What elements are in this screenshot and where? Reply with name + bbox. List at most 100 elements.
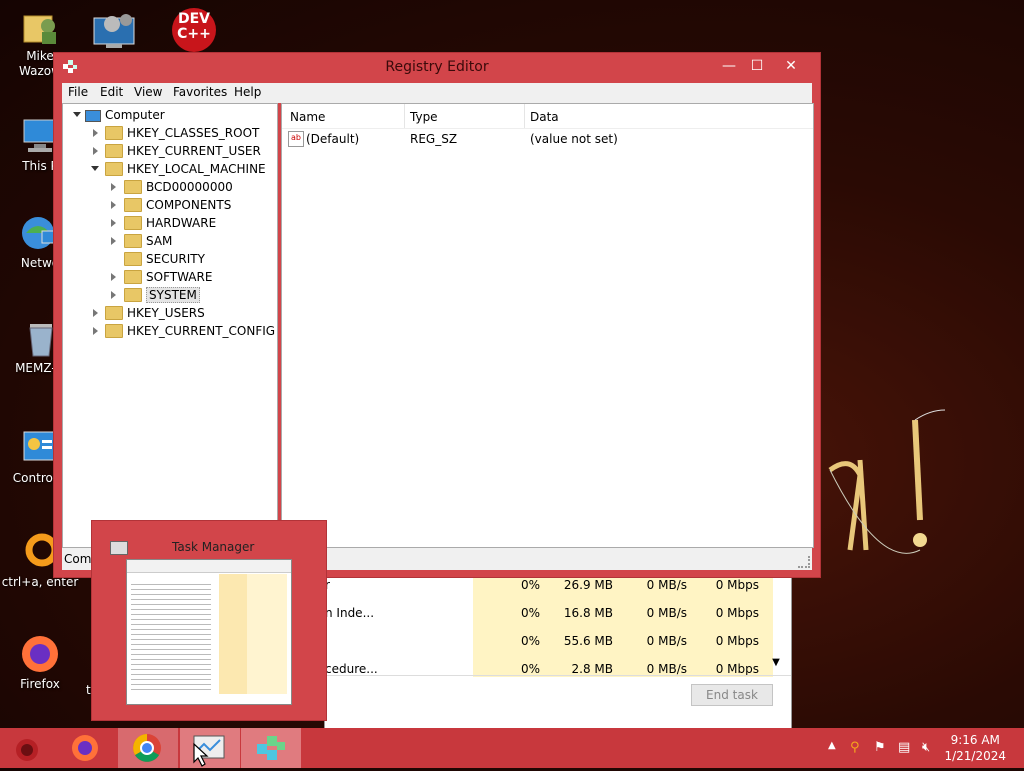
mouse-pointer-icon (192, 742, 212, 768)
process-network: 0 Mbps (715, 634, 759, 648)
expand-icon[interactable] (111, 219, 116, 227)
menu-favorites[interactable]: Favorites (173, 85, 227, 99)
close-button[interactable]: ✕ (776, 55, 806, 77)
process-memory: 2.8 MB (571, 662, 613, 676)
process-cpu: 0% (520, 662, 540, 676)
tree-node-computer[interactable]: Computer (85, 106, 165, 124)
registry-editor-window[interactable]: Registry Editor — ☐ ✕ File Edit View Fav… (53, 52, 821, 578)
settings-computer-icon[interactable] (92, 8, 140, 52)
folder-icon (105, 323, 123, 338)
tree-node-label: Computer (105, 108, 165, 122)
expand-icon[interactable] (111, 237, 116, 245)
expand-icon[interactable] (93, 309, 98, 317)
expand-icon[interactable] (111, 273, 116, 281)
window-title: Registry Editor (385, 59, 489, 75)
tree-node-hku[interactable]: HKEY_USERS (105, 304, 205, 322)
tree-node-hkcc[interactable]: HKEY_CURRENT_CONFIG (105, 322, 275, 340)
menu-view[interactable]: View (134, 85, 162, 99)
process-row[interactable]: 0% 55.6 MB 0 MB/s 0 Mbps (325, 625, 791, 653)
tree-node-label: HKEY_CURRENT_CONFIG (127, 324, 276, 338)
taskbar-chrome[interactable] (118, 728, 178, 768)
tree-node-security[interactable]: SECURITY (124, 250, 205, 268)
clock-date: 1/21/2024 (944, 749, 1006, 763)
devcpp-icon[interactable]: DEV C++ (170, 8, 218, 52)
show-hidden-icons-icon[interactable]: ▲ (828, 740, 836, 751)
collapse-icon[interactable] (73, 112, 81, 117)
desktop-icon-label: Firefox (20, 677, 60, 691)
process-network: 0 Mbps (715, 662, 759, 676)
folder-icon (105, 125, 123, 140)
folder-icon (105, 305, 123, 320)
tree-node-label: HKEY_USERS (127, 306, 205, 320)
process-disk: 0 MB/s (646, 606, 687, 620)
tree-node-hardware[interactable]: HARDWARE (124, 214, 216, 232)
menu-file[interactable]: File (68, 85, 88, 99)
maximize-button[interactable]: ☐ (742, 55, 772, 77)
collapse-icon[interactable] (91, 166, 99, 171)
resize-grip-icon[interactable] (798, 556, 810, 568)
expand-icon[interactable] (111, 183, 116, 191)
value-name: (Default) (306, 132, 360, 146)
task-manager-preview[interactable]: Task Manager (91, 520, 327, 721)
column-header-type[interactable]: Type (410, 110, 438, 124)
network-icon[interactable]: ▤ (898, 740, 910, 755)
folder-icon (124, 269, 142, 284)
taskbar: ▲ ⚲ ⚑ ▤ 🔇︎ 9:16 AM 1/21/2024 (0, 728, 1024, 768)
expand-icon[interactable] (111, 291, 116, 299)
tree-node-hkcr[interactable]: HKEY_CLASSES_ROOT (105, 124, 259, 142)
tree-node-software[interactable]: SOFTWARE (124, 268, 212, 286)
tree-node-label: HKEY_LOCAL_MACHINE (127, 162, 266, 176)
search-icon[interactable]: ⚲ (850, 740, 860, 755)
devcpp-label: DEV C++ (177, 11, 211, 42)
desktop-icon-firefox[interactable]: Firefox (0, 634, 80, 692)
column-header-name[interactable]: Name (290, 110, 325, 124)
tree-node-bcd[interactable]: BCD00000000 (124, 178, 233, 196)
process-memory: 55.6 MB (563, 634, 613, 648)
volume-muted-icon[interactable]: 🔇︎ (922, 740, 930, 755)
column-header-data[interactable]: Data (530, 110, 559, 124)
process-row[interactable]: cedure... 0% 2.8 MB 0 MB/s 0 Mbps (325, 653, 791, 681)
minimize-button[interactable]: — (714, 55, 744, 77)
folder-icon (124, 215, 142, 230)
tree-node-label: SYSTEM (146, 287, 200, 303)
tree-node-system[interactable]: SYSTEM (124, 286, 200, 304)
flag-icon[interactable]: ⚑ (874, 740, 886, 755)
values-list[interactable]: Name Type Data ab (Default) REG_SZ (valu… (281, 103, 814, 548)
tree-node-label: BCD00000000 (146, 180, 233, 194)
process-row[interactable]: n Inde... 0% 16.8 MB 0 MB/s 0 Mbps (325, 597, 791, 625)
value-type: REG_SZ (410, 132, 458, 146)
tree-node-hkcu[interactable]: HKEY_CURRENT_USER (105, 142, 261, 160)
folder-icon (124, 251, 142, 266)
task-manager-icon (110, 541, 128, 555)
value-data: (value not set) (530, 132, 618, 146)
tree-node-label: SAM (146, 234, 173, 248)
process-disk: 0 MB/s (646, 662, 687, 676)
list-row[interactable]: ab (Default) REG_SZ (value not set) (282, 130, 813, 148)
menu-edit[interactable]: Edit (100, 85, 123, 99)
start-button[interactable] (0, 728, 60, 768)
registry-tree[interactable]: Computer HKEY_CLASSES_ROOT HKEY_CURRENT_… (62, 103, 278, 548)
desktop-partial-label: t (86, 683, 91, 697)
menu-help[interactable]: Help (234, 85, 261, 99)
expand-icon[interactable] (93, 129, 98, 137)
folder-icon (105, 161, 123, 176)
tree-node-components[interactable]: COMPONENTS (124, 196, 231, 214)
taskbar-firefox[interactable] (58, 728, 118, 768)
process-network: 0 Mbps (715, 606, 759, 620)
end-task-button[interactable]: End task (691, 684, 773, 706)
process-cpu: 0% (520, 606, 540, 620)
tree-node-sam[interactable]: SAM (124, 232, 172, 250)
folder-icon (105, 143, 123, 158)
taskbar-registry-editor[interactable] (241, 728, 301, 768)
preview-title: Task Manager (172, 540, 255, 554)
expand-icon[interactable] (93, 147, 98, 155)
system-clock[interactable]: 9:16 AM 1/21/2024 (944, 732, 1006, 764)
tree-node-label: SOFTWARE (146, 270, 213, 284)
expand-icon[interactable] (93, 327, 98, 335)
expand-icon[interactable] (111, 201, 116, 209)
task-manager-window[interactable]: r 0% 26.9 MB 0 MB/s 0 Mbps n Inde... 0% … (324, 566, 792, 730)
scroll-down-icon[interactable]: ▼ (769, 657, 783, 671)
folder-icon (124, 233, 142, 248)
decorative-lights (820, 400, 960, 570)
tree-node-hklm[interactable]: HKEY_LOCAL_MACHINE (105, 160, 266, 178)
